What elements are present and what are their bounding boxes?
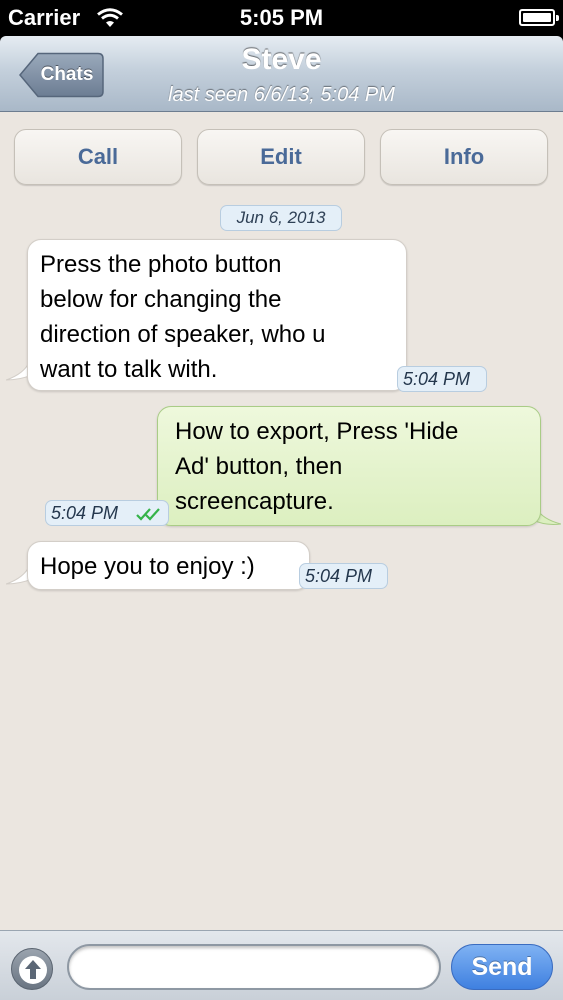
message-line: direction of speaker, who u bbox=[40, 321, 326, 348]
message-timestamp: 5:04 PM bbox=[397, 366, 487, 392]
timestamp-text: 5:04 PM bbox=[51, 503, 119, 523]
date-header: Jun 6, 2013 bbox=[220, 205, 342, 231]
message-text: Hope you to enjoy :) bbox=[40, 549, 299, 584]
message-timestamp: 5:04 PM bbox=[45, 500, 169, 526]
message-text: How to export, Press 'Hide Ad' button, t… bbox=[175, 414, 530, 519]
message-input[interactable] bbox=[67, 944, 441, 990]
send-button[interactable]: Send bbox=[451, 944, 553, 990]
message-line: below for changing the bbox=[40, 286, 282, 313]
attach-arrow-icon bbox=[19, 956, 47, 984]
status-bar: Carrier 5:05 PM bbox=[0, 0, 563, 36]
edit-button[interactable]: Edit bbox=[197, 129, 365, 185]
message-line: Hope you to enjoy :) bbox=[40, 553, 255, 580]
last-seen-subtitle: last seen 6/6/13, 5:04 PM bbox=[168, 84, 395, 106]
status-time: 5:05 PM bbox=[239, 5, 324, 30]
message-bubble-incoming[interactable]: Hope you to enjoy :) bbox=[27, 541, 310, 590]
timestamp-text: 5:04 PM bbox=[305, 566, 373, 586]
message-line: screencapture. bbox=[175, 488, 334, 515]
message-line: want to talk with. bbox=[40, 356, 218, 383]
attach-button[interactable] bbox=[11, 948, 53, 990]
message-timestamp: 5:04 PM bbox=[299, 563, 388, 589]
timestamp-text: 5:04 PM bbox=[403, 369, 471, 389]
message-text: Press the photo button below for changin… bbox=[40, 247, 396, 387]
message-line: How to export, Press 'Hide bbox=[175, 418, 459, 445]
battery-icon bbox=[519, 9, 559, 26]
call-button[interactable]: Call bbox=[14, 129, 182, 185]
info-button[interactable]: Info bbox=[380, 129, 548, 185]
message-bubble-outgoing[interactable]: How to export, Press 'Hide Ad' button, t… bbox=[157, 406, 541, 526]
chat-area[interactable]: Call Edit Info Jun 6, 2013 Press the pho… bbox=[0, 112, 563, 930]
navigation-bar: Chats Steve last seen 6/6/13, 5:04 PM bbox=[0, 36, 563, 112]
contact-name-title: Steve bbox=[241, 43, 322, 76]
message-input-bar: Send bbox=[0, 930, 563, 1000]
message-bubble-incoming[interactable]: Press the photo button below for changin… bbox=[27, 239, 407, 391]
double-check-icon bbox=[136, 508, 160, 521]
message-line: Press the photo button bbox=[40, 251, 282, 278]
message-line: Ad' button, then bbox=[175, 453, 343, 480]
